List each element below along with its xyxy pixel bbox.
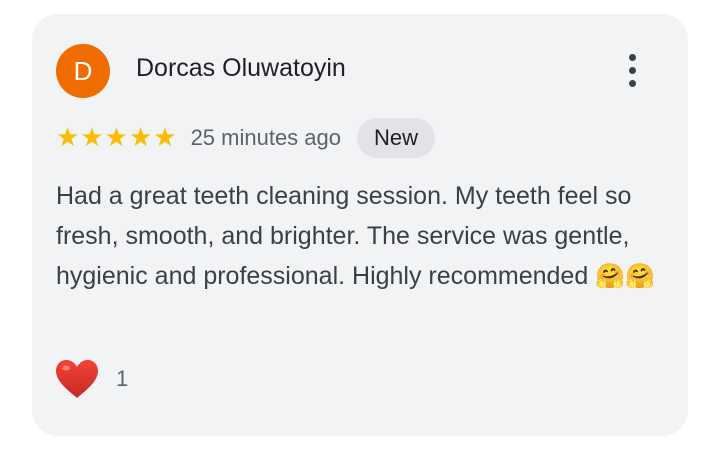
new-badge: New [357, 118, 436, 158]
star-icon: ★ [80, 123, 104, 153]
more-vert-icon [628, 53, 636, 61]
review-card: D Dorcas Oluwatoyin ★ ★ ★ ★ ★ 25 minutes… [32, 14, 688, 436]
star-rating: ★ ★ ★ ★ ★ [56, 125, 177, 151]
star-icon: ★ [56, 123, 80, 153]
avatar[interactable]: D [56, 44, 110, 98]
like-reaction-button[interactable]: 1 [54, 358, 128, 400]
hugging-face-emoji: 🤗 [625, 262, 655, 290]
author-name[interactable]: Dorcas Oluwatoyin [136, 54, 346, 83]
review-text: Had a great teeth cleaning session. My t… [56, 176, 668, 296]
heart-icon [56, 360, 98, 398]
star-icon: ★ [153, 123, 177, 153]
star-icon: ★ [104, 123, 128, 153]
hugging-face-emoji: 🤗 [595, 262, 626, 290]
review-meta: ★ ★ ★ ★ ★ 25 minutes ago New [56, 118, 436, 158]
more-options-button[interactable] [618, 44, 646, 96]
review-text-content: Had a great teeth cleaning session. My t… [56, 182, 632, 290]
review-time: 25 minutes ago [190, 125, 341, 150]
reaction-count: 1 [116, 366, 129, 391]
more-vert-icon-dot [628, 66, 636, 74]
star-icon: ★ [128, 123, 153, 153]
more-vert-icon-dot [628, 79, 636, 87]
